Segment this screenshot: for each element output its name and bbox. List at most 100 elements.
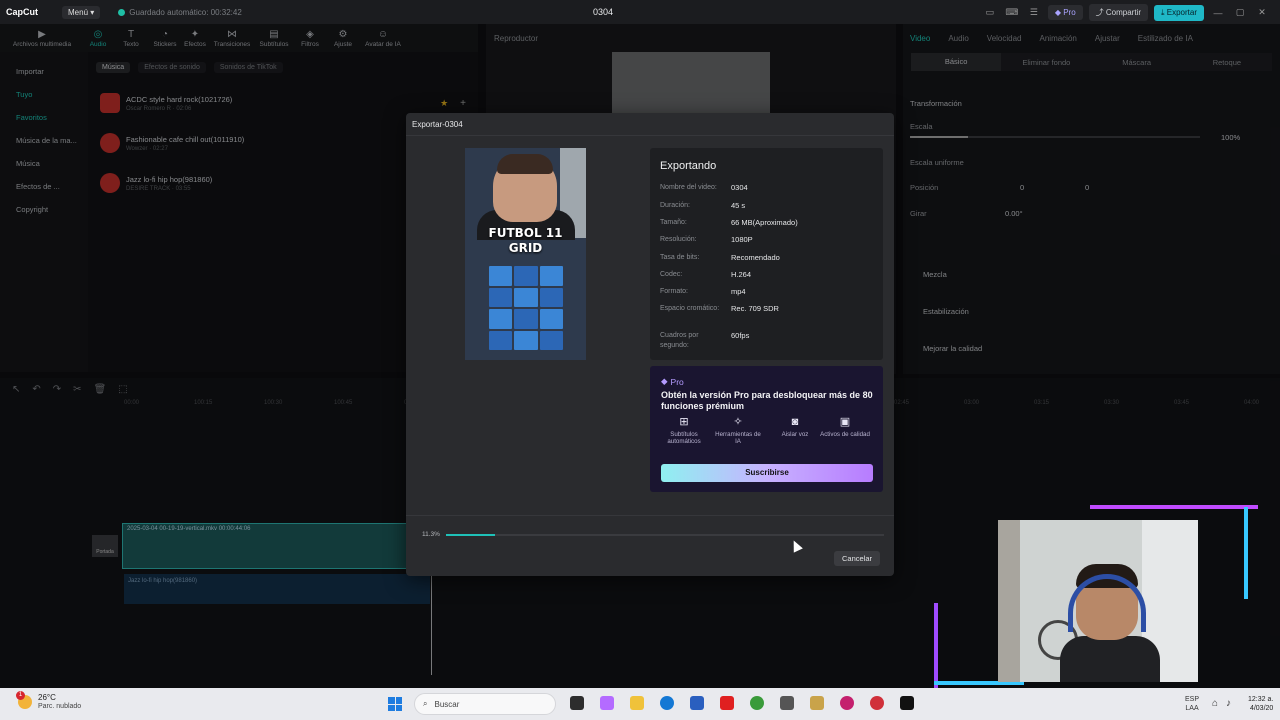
info-value: Recomendado xyxy=(731,253,780,262)
layout-icon[interactable]: ▭ xyxy=(982,7,998,18)
pro-message: Obtén la versión Pro para desbloquear má… xyxy=(661,390,873,411)
chrome-icon[interactable] xyxy=(750,696,764,710)
info-value: 0304 xyxy=(731,183,748,192)
share-label: Compartir xyxy=(1105,8,1141,17)
export-preview: FUTBOL 11 GRID xyxy=(465,148,586,360)
app-icon[interactable] xyxy=(840,696,854,710)
info-value: H.264 xyxy=(731,270,752,279)
feature-isolate-voice: ◙ Aislar voz xyxy=(769,416,821,438)
voice-isolate-icon: ◙ xyxy=(791,416,799,428)
app-icon[interactable] xyxy=(810,696,824,710)
feature-quality-assets: ▣ Activos de calidad xyxy=(819,416,871,438)
status-heading: Exportando xyxy=(660,160,717,172)
settings-icon[interactable]: ☰ xyxy=(1026,7,1042,18)
neon-frame xyxy=(1090,505,1258,509)
preview-headline-line1: FUTBOL 11 xyxy=(488,226,563,240)
feature-ai-tools: ✧ Herramientas de IA xyxy=(712,416,764,446)
feature-label: Activos de calidad xyxy=(820,430,870,438)
weather-temp: 26°C xyxy=(38,693,56,702)
neon-frame xyxy=(934,603,938,689)
feature-label: Aislar voz xyxy=(781,430,809,438)
pro-badge-label: Pro xyxy=(670,376,684,387)
info-value: 45 s xyxy=(731,201,746,210)
app-logo: CapCut xyxy=(6,7,38,17)
file-explorer-icon[interactable] xyxy=(630,696,644,710)
export-button[interactable]: ⤓ Exportar xyxy=(1154,4,1204,21)
preview-headline-line2: GRID xyxy=(508,241,543,255)
pro-badge: ◆ Pro xyxy=(661,376,684,387)
clock-date: 4/03/20 xyxy=(1249,705,1274,712)
webcam-person-body xyxy=(1060,636,1160,682)
edge-icon[interactable] xyxy=(660,696,674,710)
info-label: Espacio cromático: xyxy=(660,305,720,312)
store-icon[interactable] xyxy=(690,696,704,710)
shortcut-icon[interactable]: ⌨ xyxy=(1004,7,1020,18)
share-button[interactable]: ⤴ Compartir xyxy=(1088,4,1148,21)
system-clock[interactable]: 12:32 a. 4/03/20 xyxy=(1248,695,1273,713)
webcam-overlay xyxy=(934,505,1258,689)
info-value: 60fps xyxy=(731,331,750,340)
pro-button[interactable]: ◆ Pro xyxy=(1047,5,1083,20)
quality-assets-icon: ▣ xyxy=(839,416,851,428)
diamond-icon: ◆ xyxy=(661,376,668,386)
progress-percent: 11.3% xyxy=(422,531,440,538)
network-icon[interactable]: ⌂ xyxy=(1212,698,1218,709)
export-info: Exportando Nombre del video: 0304 Duració… xyxy=(650,148,883,360)
project-title: 0304 xyxy=(593,7,614,17)
menu-label: Menú xyxy=(68,7,89,17)
app-icon[interactable] xyxy=(870,696,884,710)
windows-start-icon[interactable] xyxy=(388,697,402,711)
info-value: 1080P xyxy=(731,235,753,244)
pro-label: Pro xyxy=(1063,8,1076,17)
youtube-icon[interactable] xyxy=(720,696,734,710)
info-value: 66 MB(Aproximado) xyxy=(731,218,798,227)
autosave-text: Guardado automático: 00:32:42 xyxy=(129,7,242,17)
windows-taskbar: 1 26°C Parc. nublado ⌕ Buscar ESP LAA ⌂ ♪ 1… xyxy=(0,688,1280,720)
copilot-icon[interactable] xyxy=(600,696,614,710)
preview-headline: FUTBOL 11 GRID xyxy=(465,226,586,256)
webcam-background xyxy=(998,520,1020,682)
webcam-feed xyxy=(998,520,1198,682)
lang-layout: LAA xyxy=(1185,705,1199,712)
info-value: mp4 xyxy=(731,287,746,296)
autosave-icon xyxy=(118,8,126,16)
taskbar-search[interactable]: ⌕ Buscar xyxy=(414,693,556,715)
search-icon: ⌕ xyxy=(423,699,428,708)
dialog-title: Exportar-0304 xyxy=(412,120,463,129)
preview-person-hair xyxy=(497,154,553,174)
menu-button[interactable]: Menú ▾ xyxy=(62,5,101,19)
close-icon[interactable]: ✕ xyxy=(1254,7,1270,18)
info-label: Resolución: xyxy=(660,236,697,243)
weather-desc: Parc. nublado xyxy=(38,703,82,710)
weather-widget[interactable]: 1 26°C Parc. nublado xyxy=(16,690,82,710)
subtitles-grid-icon: ⊞ xyxy=(679,416,689,428)
info-label: Tasa de bits: xyxy=(660,254,700,261)
cancel-button[interactable]: Cancelar xyxy=(834,551,880,566)
title-bar: CapCut Menú ▾ Guardado automático: 00:32… xyxy=(0,0,1280,24)
minimize-icon[interactable]: — xyxy=(1210,8,1226,18)
notification-badge: 1 xyxy=(16,690,25,700)
language-indicator[interactable]: ESP LAA xyxy=(1185,695,1199,713)
game-icon[interactable] xyxy=(780,696,794,710)
capcut-icon[interactable] xyxy=(900,696,914,710)
info-value: Rec. 709 SDR xyxy=(731,304,779,313)
progress-fill xyxy=(446,534,496,536)
divider xyxy=(406,135,894,136)
neon-frame xyxy=(1244,507,1248,599)
feature-label: Herramientas de IA xyxy=(715,430,761,446)
feature-label: Subtítulos automáticos xyxy=(667,430,701,446)
weather-icon: 1 xyxy=(16,690,32,709)
search-placeholder: Buscar xyxy=(434,699,460,709)
feature-auto-subtitles: ⊞ Subtítulos automáticos xyxy=(658,416,710,446)
export-progress-bar xyxy=(446,534,884,536)
taskview-icon[interactable] xyxy=(570,696,584,710)
volume-icon[interactable]: ♪ xyxy=(1226,698,1231,709)
export-label: Exportar xyxy=(1166,7,1197,17)
info-label: Tamaño: xyxy=(660,219,687,226)
info-label: Duración: xyxy=(660,202,690,209)
maximize-icon[interactable]: ▢ xyxy=(1232,7,1248,18)
magic-wand-icon: ✧ xyxy=(733,416,743,428)
preview-grid-graphic xyxy=(489,266,563,350)
subscribe-button[interactable]: Suscribirse xyxy=(661,464,873,482)
lang-code: ESP xyxy=(1185,696,1200,703)
